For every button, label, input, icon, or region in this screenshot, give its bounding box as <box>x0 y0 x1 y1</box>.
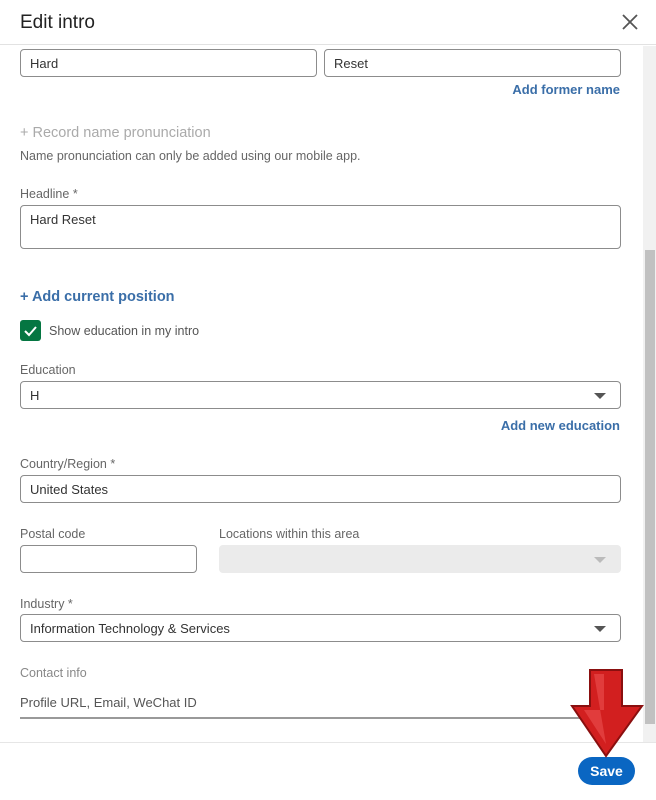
dialog-header: Edit intro <box>0 0 656 45</box>
show-education-label: Show education in my intro <box>49 324 200 338</box>
postal-code-label: Postal code <box>20 527 86 541</box>
education-value: H <box>30 388 40 403</box>
country-input[interactable]: United States <box>20 475 621 503</box>
industry-select[interactable]: Information Technology & Services <box>20 614 621 642</box>
chevron-down-icon <box>594 393 606 399</box>
add-current-position-button[interactable]: + Add current position <box>20 289 175 305</box>
headline-textarea[interactable]: Hard Reset <box>20 205 621 249</box>
contact-info-field[interactable]: Profile URL, Email, WeChat ID <box>20 695 621 719</box>
first-name-input[interactable]: Hard <box>20 49 317 77</box>
industry-label: Industry * <box>20 597 73 611</box>
chevron-down-icon <box>594 626 606 632</box>
add-former-name-link[interactable]: Add former name <box>512 82 620 97</box>
save-button[interactable]: Save <box>578 757 635 785</box>
industry-value: Information Technology & Services <box>30 621 230 636</box>
education-label: Education <box>20 363 76 377</box>
add-new-education-link[interactable]: Add new education <box>501 418 620 433</box>
show-education-checkbox[interactable] <box>20 320 41 341</box>
headline-label: Headline * <box>20 187 78 201</box>
record-pronunciation-button[interactable]: + Record name pronunciation <box>20 125 211 141</box>
education-select[interactable]: H <box>20 381 621 409</box>
postal-code-input[interactable] <box>20 545 197 573</box>
close-icon[interactable] <box>620 12 640 32</box>
country-label: Country/Region * <box>20 457 116 471</box>
pronunciation-note: Name pronunciation can only be added usi… <box>20 149 361 163</box>
scrollbar[interactable] <box>643 46 656 742</box>
locations-select <box>219 545 621 573</box>
last-name-input[interactable]: Reset <box>324 49 621 77</box>
red-arrow-icon <box>570 669 644 758</box>
checkmark-icon <box>24 326 37 337</box>
dialog-title: Edit intro <box>20 12 95 33</box>
chevron-down-icon <box>594 557 606 563</box>
contact-info-label: Contact info <box>20 666 87 680</box>
dialog-content: Hard Reset Add former name + Record name… <box>0 46 642 742</box>
dialog-footer <box>0 742 656 800</box>
scrollbar-thumb[interactable] <box>645 250 655 724</box>
locations-label: Locations within this area <box>219 527 360 541</box>
